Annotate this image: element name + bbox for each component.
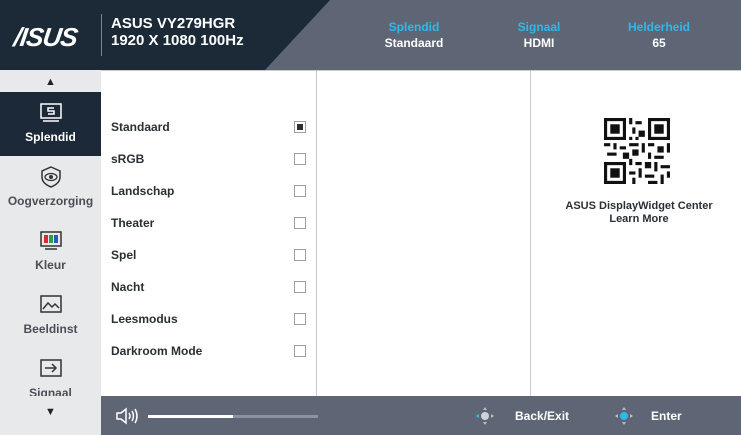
option-leesmodus-checkbox[interactable] bbox=[294, 313, 306, 325]
volume-icon bbox=[116, 407, 138, 425]
logo-divider bbox=[101, 14, 102, 56]
color-icon bbox=[39, 231, 62, 250]
status-splendid-value: Standaard bbox=[384, 36, 444, 50]
option-darkroom-mode-checkbox[interactable] bbox=[294, 345, 306, 357]
volume-slider[interactable] bbox=[148, 415, 318, 418]
joystick-left-icon bbox=[476, 407, 494, 425]
status-signal-label: Signaal bbox=[517, 20, 561, 34]
status-brightness-label: Helderheid bbox=[627, 20, 690, 34]
status-brightness: Helderheid 65 bbox=[599, 19, 719, 51]
display-widget-title: ASUS DisplayWidget Center bbox=[565, 200, 713, 212]
status-brightness-value: 65 bbox=[652, 36, 666, 50]
nav-up-arrow-icon[interactable]: ▲ bbox=[0, 76, 101, 88]
osd-menu: /ISUS ASUS VY279HGR 1920 X 1080 100Hz Sp… bbox=[0, 0, 741, 435]
nav-down-arrow-icon[interactable]: ▼ bbox=[0, 406, 101, 418]
back-exit-label: Back/Exit bbox=[515, 409, 570, 423]
option-leesmodus[interactable]: Leesmodus bbox=[111, 312, 311, 334]
input-signal-icon bbox=[39, 359, 62, 377]
status-splendid-label: Splendid bbox=[388, 20, 440, 34]
display-widget-link[interactable]: ASUS DisplayWidget Center Learn More bbox=[534, 200, 741, 226]
option-nacht-label: Nacht bbox=[111, 280, 145, 294]
joystick-center-icon bbox=[615, 407, 633, 425]
nav-footer: ▼ bbox=[0, 396, 101, 435]
option-theater-checkbox[interactable] bbox=[294, 217, 306, 229]
header-bar: /ISUS ASUS VY279HGR 1920 X 1080 100Hz Sp… bbox=[0, 0, 741, 70]
option-nacht[interactable]: Nacht bbox=[111, 280, 311, 302]
option-standaard-checkbox[interactable] bbox=[294, 121, 306, 133]
eye-care-icon bbox=[40, 166, 61, 188]
footer-bar: Back/Exit Enter bbox=[101, 396, 741, 435]
nav-item-image-label: Beeldinst bbox=[23, 322, 78, 336]
option-spel-checkbox[interactable] bbox=[294, 249, 306, 261]
nav-item-image[interactable]: Beeldinst bbox=[0, 284, 101, 348]
panel-divider-1 bbox=[316, 70, 317, 396]
image-icon bbox=[39, 295, 62, 313]
option-leesmodus-label: Leesmodus bbox=[111, 312, 178, 326]
enter-label: Enter bbox=[651, 409, 682, 423]
content-top-border bbox=[101, 70, 741, 71]
content-area: Standaard sRGB Landschap Theater Spel Na… bbox=[101, 70, 741, 396]
splendid-icon bbox=[39, 103, 62, 122]
volume-slider-fill bbox=[148, 415, 233, 418]
nav-item-eye-care-label: Oogverzorging bbox=[7, 194, 94, 208]
option-theater[interactable]: Theater bbox=[111, 216, 311, 238]
option-nacht-checkbox[interactable] bbox=[294, 281, 306, 293]
option-spel-label: Spel bbox=[111, 248, 137, 262]
option-standaard[interactable]: Standaard bbox=[111, 120, 311, 142]
model-info: ASUS VY279HGR 1920 X 1080 100Hz bbox=[111, 15, 244, 49]
option-spel[interactable]: Spel bbox=[111, 248, 311, 270]
option-theater-label: Theater bbox=[111, 216, 155, 230]
nav-item-color-label: Kleur bbox=[35, 258, 66, 272]
asus-logo: /ISUS bbox=[11, 22, 80, 52]
nav-item-color[interactable]: Kleur bbox=[0, 220, 101, 284]
option-darkroom-mode-label: Darkroom Mode bbox=[111, 344, 203, 358]
model-name: ASUS VY279HGR bbox=[111, 15, 236, 32]
option-standaard-label: Standaard bbox=[111, 120, 170, 134]
nav-item-splendid-label: Splendid bbox=[25, 130, 76, 144]
brand-panel: /ISUS ASUS VY279HGR 1920 X 1080 100Hz bbox=[0, 0, 330, 70]
option-landschap-label: Landschap bbox=[111, 184, 175, 198]
model-spec: 1920 X 1080 100Hz bbox=[111, 32, 244, 49]
option-landschap-checkbox[interactable] bbox=[294, 185, 306, 197]
status-signal-value: HDMI bbox=[523, 36, 555, 50]
panel-divider-2 bbox=[530, 70, 531, 396]
nav-item-eye-care[interactable]: Oogverzorging bbox=[0, 156, 101, 220]
qr-code[interactable] bbox=[604, 118, 670, 184]
option-darkroom-mode[interactable]: Darkroom Mode bbox=[111, 344, 311, 366]
main-menu-nav: ▲ Splendid Oogverzorging Kleur Beeldinst… bbox=[0, 70, 101, 400]
option-srgb-label: sRGB bbox=[111, 152, 145, 166]
status-signal: Signaal HDMI bbox=[479, 19, 599, 51]
option-srgb-checkbox[interactable] bbox=[294, 153, 306, 165]
status-splendid: Splendid Standaard bbox=[354, 19, 474, 51]
option-landschap[interactable]: Landschap bbox=[111, 184, 311, 206]
learn-more-link[interactable]: Learn More bbox=[534, 213, 741, 226]
option-srgb[interactable]: sRGB bbox=[111, 152, 311, 174]
nav-item-splendid[interactable]: Splendid bbox=[0, 92, 101, 156]
